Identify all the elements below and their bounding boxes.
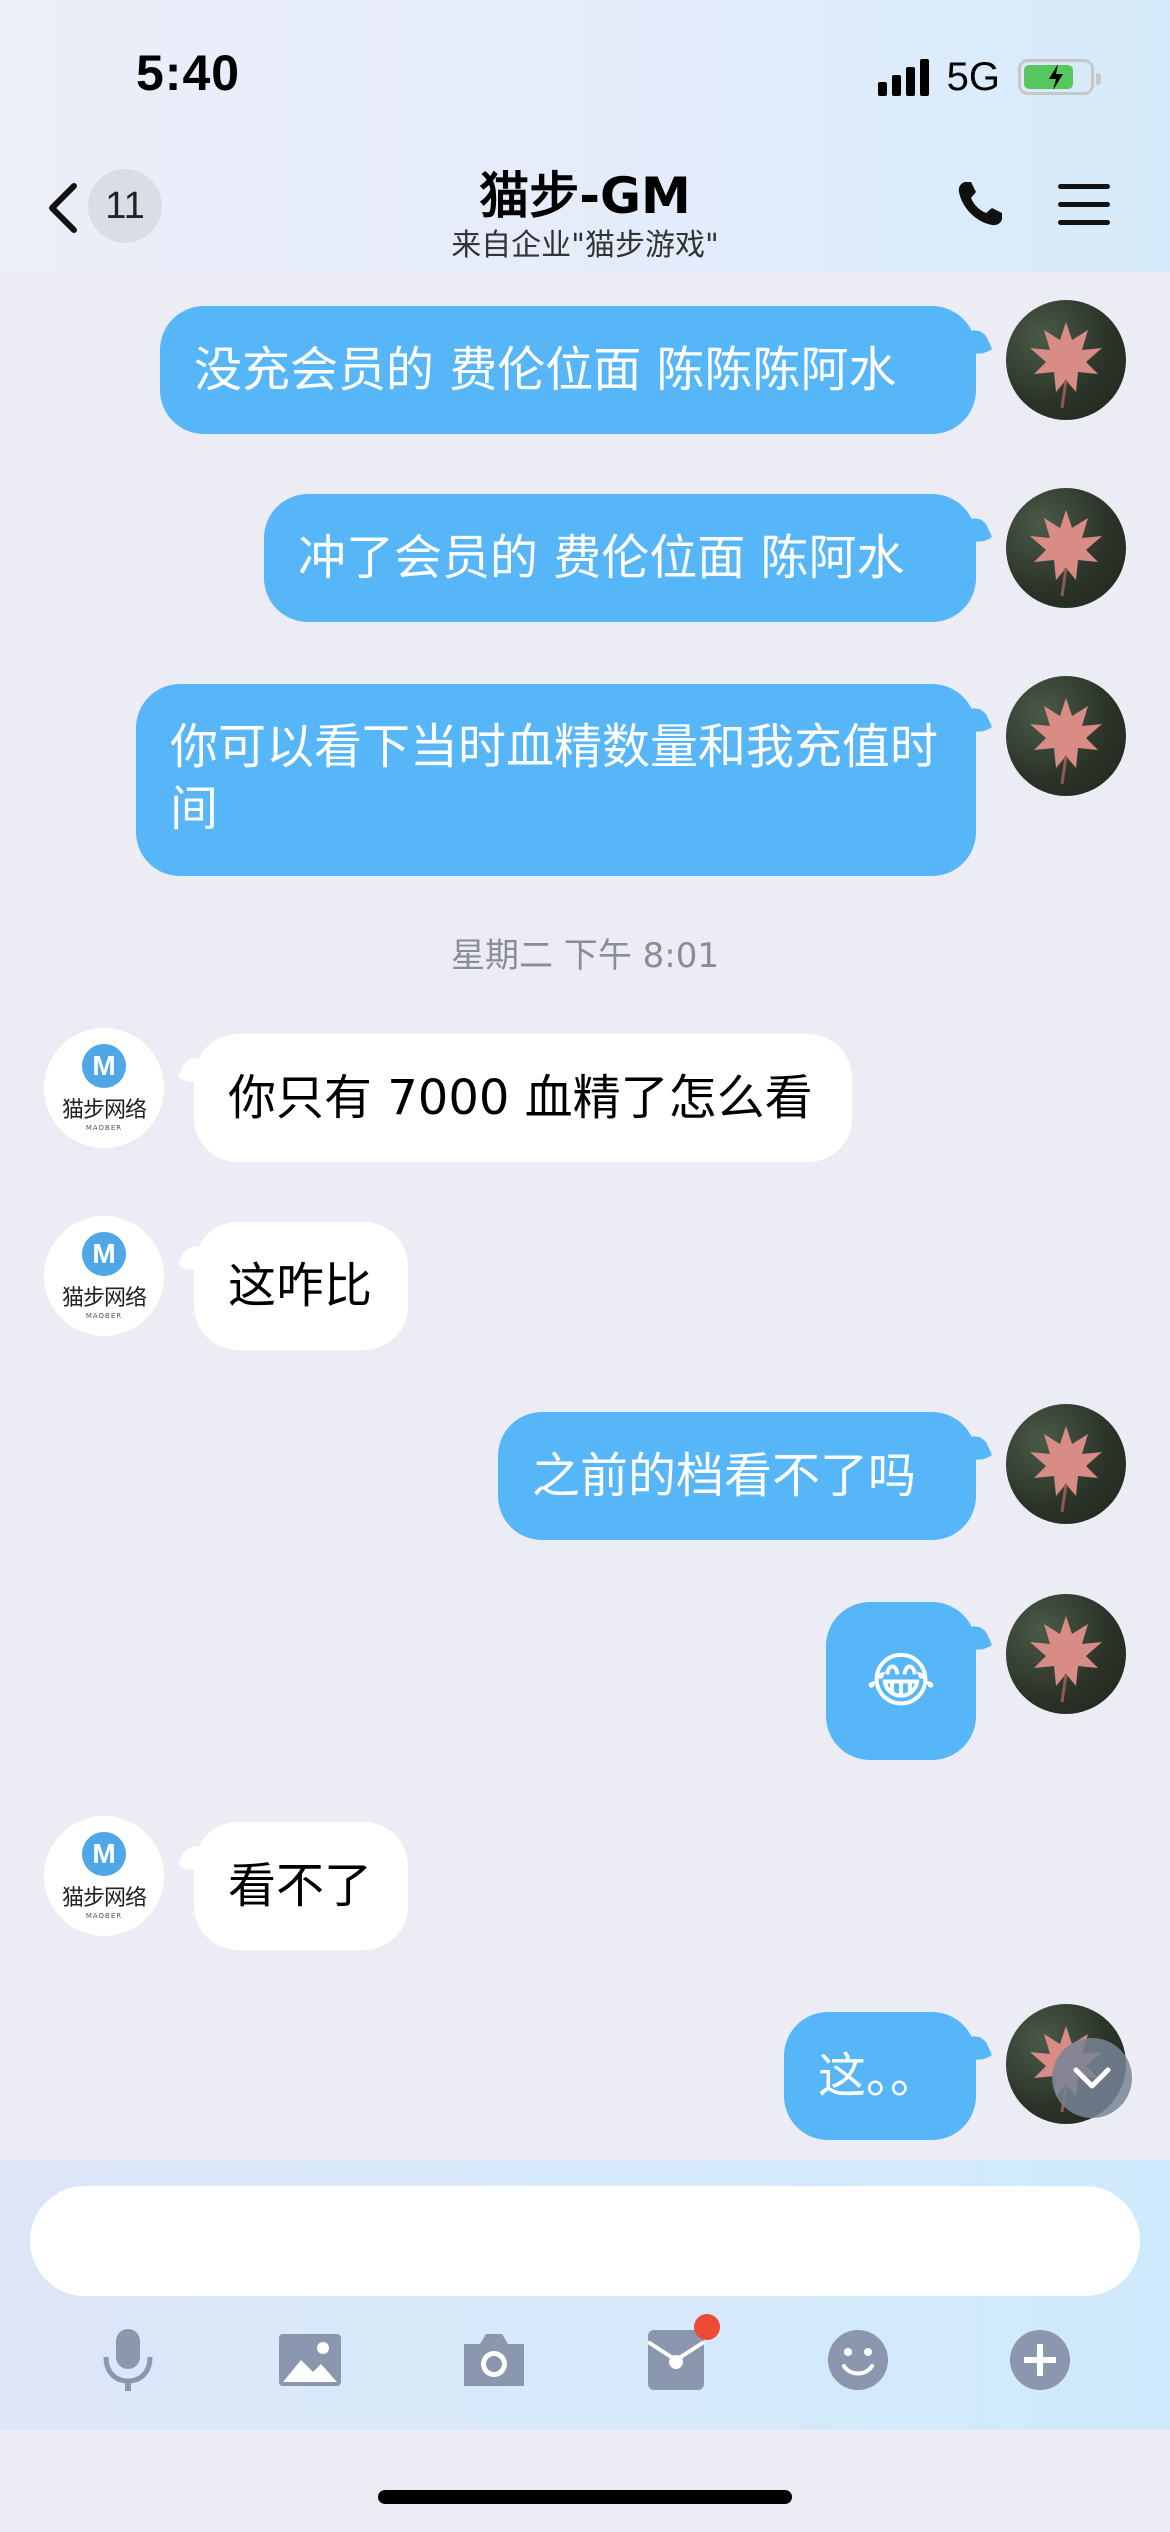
outgoing-message[interactable]: 😂 [826, 1602, 976, 1760]
battery-charging-icon [1018, 59, 1101, 95]
gm-avatar[interactable]: M 猫步网络 MAOBER [44, 1816, 164, 1936]
outgoing-message[interactable]: 这。。 [784, 2012, 976, 2140]
my-avatar[interactable] [1006, 300, 1126, 420]
network-type: 5G [946, 54, 1000, 99]
my-avatar[interactable] [1006, 1594, 1126, 1714]
notification-dot [694, 2314, 720, 2340]
gm-avatar[interactable]: M 猫步网络 MAOBER [44, 1216, 164, 1336]
emoji-laughing-tears: 😂 [865, 1646, 937, 1716]
scroll-to-bottom-button[interactable] [1052, 2038, 1132, 2118]
microphone-icon[interactable] [88, 2320, 168, 2400]
outgoing-message[interactable]: 你可以看下当时血精数量和我充值时间 [136, 684, 976, 876]
outgoing-message[interactable]: 冲了会员的 费伦位面 陈阿水 [264, 494, 976, 622]
status-time: 5:40 [136, 45, 241, 101]
cellular-signal-icon [877, 58, 929, 96]
my-avatar[interactable] [1006, 488, 1126, 608]
home-indicator[interactable] [378, 2490, 792, 2504]
gm-avatar-brand: 猫步网络 [61, 1098, 147, 1123]
maobu-logo-icon: M [82, 1044, 126, 1088]
header: 5:40 5G 11 猫步-GM 来自企业"猫步游戏" [0, 0, 1170, 272]
gm-avatar-brand: 猫步网络 [61, 1286, 147, 1311]
gm-avatar-brand-sub: MAOBER [85, 1124, 123, 1132]
incoming-message[interactable]: 你只有 7000 血精了怎么看 [194, 1034, 852, 1162]
maobu-logo-icon: M [82, 1832, 126, 1876]
my-avatar[interactable] [1006, 676, 1126, 796]
image-icon[interactable] [270, 2320, 350, 2400]
home-area [0, 2430, 1170, 2532]
outgoing-message[interactable]: 之前的档看不了吗 [498, 1412, 976, 1540]
maobu-logo-icon: M [82, 1232, 126, 1276]
incoming-message[interactable]: 看不了 [194, 1822, 408, 1950]
message-timestamp: 星期二 下午 8:01 [451, 936, 719, 976]
menu-icon[interactable] [1056, 180, 1112, 230]
gm-avatar-brand-sub: MAOBER [85, 1912, 123, 1920]
input-bar [0, 2160, 1170, 2430]
gm-avatar-brand-sub: MAOBER [85, 1312, 123, 1320]
my-avatar[interactable] [1006, 1404, 1126, 1524]
gm-avatar[interactable]: M 猫步网络 MAOBER [44, 1028, 164, 1148]
camera-icon[interactable] [454, 2320, 534, 2400]
plus-icon[interactable] [1000, 2320, 1080, 2400]
message-list[interactable]: 没充会员的 费伦位面 陈陈陈阿水 冲了会员的 费伦位面 陈阿水 你可以看下当时血… [0, 272, 1170, 2160]
outgoing-message[interactable]: 没充会员的 费伦位面 陈陈陈阿水 [160, 306, 976, 434]
message-input[interactable] [30, 2186, 1140, 2296]
status-indicators: 5G [877, 52, 1101, 102]
emoji-icon[interactable] [818, 2320, 898, 2400]
red-packet-icon[interactable] [636, 2314, 720, 2400]
gm-avatar-brand: 猫步网络 [61, 1886, 147, 1911]
chevron-down-icon [1073, 2067, 1111, 2089]
phone-call-icon[interactable] [952, 176, 1008, 232]
incoming-message[interactable]: 这咋比 [194, 1222, 408, 1350]
